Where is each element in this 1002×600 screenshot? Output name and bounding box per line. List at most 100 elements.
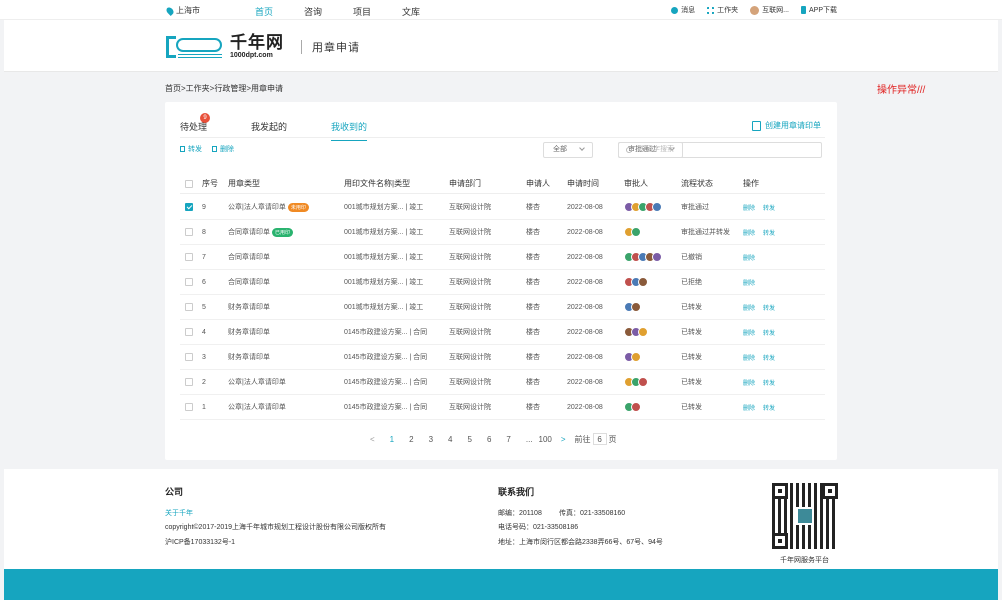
pagination: < 1 2 3 4 5 6 7 ... 100 > 前往 6 页 (370, 433, 617, 445)
create-request-label: 创建用章请印单 (765, 121, 821, 130)
table-header: 序号 用章类型 用印文件名称|类型 申请部门 申请人 申请时间 审批人 流程状态… (180, 174, 825, 194)
row-forward-link[interactable]: 转发 (763, 303, 775, 312)
row-delete-link[interactable]: 删除 (743, 253, 755, 262)
row-checkbox[interactable] (185, 403, 193, 411)
row-forward-link[interactable]: 转发 (763, 378, 775, 387)
postcode-text: 邮编：201108 (498, 510, 542, 517)
goto-page-input[interactable]: 6 (592, 433, 607, 445)
workfolder-link[interactable]: 工作夹 (707, 5, 738, 15)
user-menu[interactable]: 互联网... (750, 5, 789, 15)
table-row[interactable]: 8 合同章请印单 已用印 001城市规划方案... | 竣工 互联网设计院 楼杏 2022-… (180, 220, 825, 245)
table-row[interactable]: 4 财务章请印单 0145市政建设方案... | 合同 互联网设计院 楼杏 2022-08… (180, 320, 825, 345)
row-checkbox[interactable] (185, 203, 193, 211)
search-input[interactable]: 关键字搜索 (618, 142, 822, 158)
nav-home[interactable]: 首页 (255, 5, 273, 18)
tab-divider (180, 137, 825, 138)
row-file-name: 001城市规划方案... | 竣工 (344, 254, 424, 261)
tab-pending-label: 待处理 (180, 122, 208, 132)
icp-text: 沪ICP备17033132号-1 (165, 539, 236, 546)
row-forward-link[interactable]: 转发 (763, 353, 775, 362)
row-checkbox-cell (185, 270, 193, 294)
page-2[interactable]: 2 (409, 435, 413, 444)
row-index: 2 (202, 378, 206, 386)
page-title: 用章申请 (312, 42, 360, 54)
city-selector[interactable]: 上海市 (165, 5, 200, 16)
app-download-link[interactable]: APP下载 (800, 5, 837, 15)
page-100[interactable]: 100 (539, 435, 552, 444)
messages-link[interactable]: 消息 (671, 5, 695, 15)
page-4[interactable]: 4 (448, 435, 452, 444)
row-actions: 删除 转发 (743, 345, 783, 369)
seal-status-badge: 未用印 (287, 202, 309, 212)
nav-library[interactable]: 文库 (402, 5, 420, 18)
row-delete-link[interactable]: 删除 (743, 403, 755, 412)
row-seal-type: 财务章请印单 (228, 295, 270, 319)
type-filter-select[interactable]: 全部 (543, 142, 593, 158)
row-checkbox[interactable] (185, 253, 193, 261)
nav-projects[interactable]: 项目 (353, 5, 371, 18)
table-row[interactable]: 3 财务章请印单 0145市政建设方案... | 合同 互联网设计院 楼杏 2022-08… (180, 345, 825, 370)
row-delete-link[interactable]: 删除 (743, 353, 755, 362)
breadcrumb[interactable]: 首页>工作夹>行政管理>用章申请 (165, 83, 283, 94)
user-name: 互联网... (762, 7, 789, 14)
row-checkbox[interactable] (185, 353, 193, 361)
create-request-button[interactable]: 创建用章请印单 (752, 120, 821, 131)
row-forward-link[interactable]: 转发 (763, 203, 775, 212)
table-row[interactable]: 9 公章|法人章请印单 未用印 001城市规划方案... | 竣工 互联网设计院 楼杏 20… (180, 195, 825, 220)
forward-button[interactable]: 转发 (180, 144, 202, 154)
logo-mark-icon (166, 32, 224, 60)
row-status: 已撤销 (681, 254, 702, 261)
row-date: 2022-08-08 (567, 228, 603, 236)
delete-button[interactable]: 删除 (212, 144, 234, 154)
table-row[interactable]: 5 财务章请印单 001城市规划方案... | 竣工 互联网设计院 楼杏 2022-08-… (180, 295, 825, 320)
row-seal-type: 合同章请印单 已用印 (228, 220, 294, 244)
search-icon (626, 147, 632, 153)
row-approvers (624, 270, 648, 294)
page-7[interactable]: 7 (506, 435, 510, 444)
row-dept: 互联网设计院 (449, 279, 491, 286)
row-file-name: 0145市政建设方案... | 合同 (344, 354, 428, 361)
table-row[interactable]: 1 公章|法人章请印单 0145市政建设方案... | 合同 互联网设计院 楼杏 2022… (180, 395, 825, 420)
row-forward-link[interactable]: 转发 (763, 403, 775, 412)
page-6[interactable]: 6 (487, 435, 491, 444)
row-file-name: 0145市政建设方案... | 合同 (344, 329, 428, 336)
table-row[interactable]: 6 合同章请印单 001城市规划方案... | 竣工 互联网设计院 楼杏 2022-08-… (180, 270, 825, 295)
row-delete-link[interactable]: 删除 (743, 303, 755, 312)
row-actions: 删除 转发 (743, 370, 783, 394)
row-forward-link[interactable]: 转发 (763, 328, 775, 337)
page-5[interactable]: 5 (467, 435, 471, 444)
about-link[interactable]: 关于千年 (165, 508, 193, 518)
row-delete-link[interactable]: 删除 (743, 378, 755, 387)
row-date: 2022-08-08 (567, 303, 603, 311)
row-applicant: 楼杏 (526, 229, 540, 236)
select-all-checkbox[interactable] (185, 179, 193, 188)
row-actions: 删除 转发 (743, 220, 783, 244)
row-date: 2022-08-08 (567, 253, 603, 261)
page-ellipsis: ... (525, 434, 533, 444)
nav-consult[interactable]: 咨询 (304, 5, 322, 18)
row-approvers (624, 220, 641, 244)
next-page-button[interactable]: > (561, 435, 566, 444)
row-checkbox[interactable] (185, 278, 193, 286)
row-checkbox[interactable] (185, 303, 193, 311)
seal-type-text: 合同章请印单 (228, 279, 270, 286)
page-3[interactable]: 3 (429, 435, 433, 444)
prev-page-button[interactable]: < (370, 435, 375, 444)
row-checkbox[interactable] (185, 328, 193, 336)
row-delete-link[interactable]: 删除 (743, 203, 755, 212)
row-applicant: 楼杏 (526, 254, 540, 261)
row-checkbox[interactable] (185, 378, 193, 386)
row-checkbox[interactable] (185, 228, 193, 236)
page-1[interactable]: 1 (390, 435, 394, 444)
table-row[interactable]: 7 合同章请印单 001城市规划方案... | 竣工 互联网设计院 楼杏 2022-08-… (180, 245, 825, 270)
row-dept: 互联网设计院 (449, 404, 491, 411)
row-index: 3 (202, 353, 206, 361)
site-logo[interactable]: 千年网 1000dpt.com (166, 32, 284, 60)
table-row[interactable]: 2 公章|法人章请印单 0145市政建设方案... | 合同 互联网设计院 楼杏 2022… (180, 370, 825, 395)
row-delete-link[interactable]: 删除 (743, 278, 755, 287)
row-forward-link[interactable]: 转发 (763, 228, 775, 237)
row-delete-link[interactable]: 删除 (743, 328, 755, 337)
row-dept: 互联网设计院 (449, 329, 491, 336)
row-delete-link[interactable]: 删除 (743, 228, 755, 237)
row-approvers (624, 395, 641, 419)
